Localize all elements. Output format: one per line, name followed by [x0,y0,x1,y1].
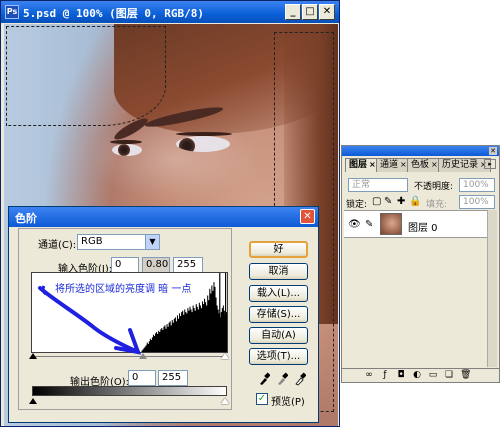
left-eye [112,144,142,156]
trash-icon[interactable]: 🗑 [460,370,471,380]
opacity-field[interactable]: 100% [459,178,495,192]
blend-mode-select[interactable]: 正常 [348,178,408,192]
right-eyelid [176,132,232,136]
lock-all-icon[interactable]: 🔒 [409,196,421,207]
layers-list-empty [344,239,497,367]
panel-close-button[interactable]: ✕ [489,147,497,155]
input-black-field[interactable]: 0 [111,257,139,273]
layer-name: 图层 0 [408,223,438,234]
input-gamma-field[interactable]: 0.80 [142,257,170,273]
document-titlebar[interactable]: Ps 5.psd @ 100% (图层 0, RGB/8) _ □ ✕ [1,1,339,23]
lock-label: 锁定: [346,200,368,210]
layer-thumbnail [380,213,402,235]
fill-field[interactable]: 100% [459,195,495,209]
fill-label: 填充: [426,200,448,210]
close-button[interactable]: ✕ [319,4,335,20]
link-icon[interactable]: ∞ [364,370,374,380]
new-layer-icon[interactable]: ❏ [444,370,454,380]
output-black-slider[interactable] [29,398,37,404]
group-icon[interactable]: ▭ [428,370,438,380]
lock-position-icon[interactable]: ✚ [397,196,405,207]
mask-icon[interactable]: ◘ [396,370,406,380]
cancel-button[interactable]: 取消 [249,263,308,280]
levels-titlebar[interactable]: 色阶 ✕ [9,207,318,227]
layer-row[interactable]: 👁 ✎ 图层 0 [344,210,497,238]
options-button[interactable]: 选项(T)... [249,348,308,365]
maximize-button[interactable]: □ [302,4,318,20]
layer-style-icon[interactable]: ƒ [380,370,390,380]
histogram-spike-1 [225,273,227,352]
lock-transparency-icon[interactable]: ▢ [372,196,381,207]
panel-footer: ∞ ƒ ◘ ◐ ▭ ❏ 🗑 [342,368,499,382]
output-white-slider[interactable] [221,398,229,404]
tab-history[interactable]: 历史记录 × [438,158,491,172]
black-eyedropper-icon[interactable] [258,372,270,386]
save-button[interactable]: 存储(S)... [249,306,308,323]
annotation-arrow-icon [38,285,142,355]
output-gradient [32,386,227,396]
auto-button[interactable]: 自动(A) [249,327,308,344]
input-black-slider[interactable] [29,353,37,359]
minimize-button[interactable]: _ [285,4,301,20]
left-eyelid [110,140,142,144]
preview-checkbox[interactable]: ✓ [256,393,268,405]
histogram-spike-0 [219,273,221,352]
ok-button[interactable]: 好 [249,241,308,258]
panel-menu-button[interactable]: ▸ [484,159,496,169]
gray-eyedropper-icon[interactable] [276,372,288,386]
preview-label: 预览(P) [271,397,305,408]
brush-icon: ✎ [365,219,374,230]
input-gamma-slider[interactable] [139,353,147,359]
eye-visibility-icon[interactable]: 👁 [348,219,361,230]
channel-value: RGB [81,236,103,247]
opacity-label: 不透明度: [414,182,454,192]
chevron-down-icon: ▼ [145,235,159,249]
adjustment-icon[interactable]: ◐ [412,370,422,380]
levels-close-button[interactable]: ✕ [300,209,315,224]
channel-label: 通道(C): [38,240,77,251]
input-white-field[interactable]: 255 [173,257,203,273]
right-eye [176,136,230,152]
selection-marquee [6,26,166,126]
panel-titlebar[interactable]: ✕ [342,146,499,156]
document-title: 5.psd @ 100% (图层 0, RGB/8) [23,7,204,20]
channel-select[interactable]: RGB ▼ [77,234,160,250]
output-white-field[interactable]: 255 [158,370,188,386]
tab-swatches[interactable]: 色板 × [407,158,442,172]
tab-layers[interactable]: 图层 × [345,158,380,172]
load-button[interactable]: 载入(L)... [249,285,308,302]
input-white-slider[interactable] [221,353,229,359]
tab-channels[interactable]: 通道 × [376,158,411,172]
layers-scrollbar[interactable] [487,210,497,367]
photoshop-document-icon: Ps [5,5,19,19]
layers-panel: ✕ 图层 × 通道 × 色板 × 历史记录 × ▸ 正常 不透明度: 100% 锁定: … [341,145,500,383]
white-eyedropper-icon[interactable] [294,372,306,386]
levels-title: 色阶 [15,212,37,225]
output-black-field[interactable]: 0 [128,370,156,386]
lock-image-icon[interactable]: ✎ [384,196,392,207]
